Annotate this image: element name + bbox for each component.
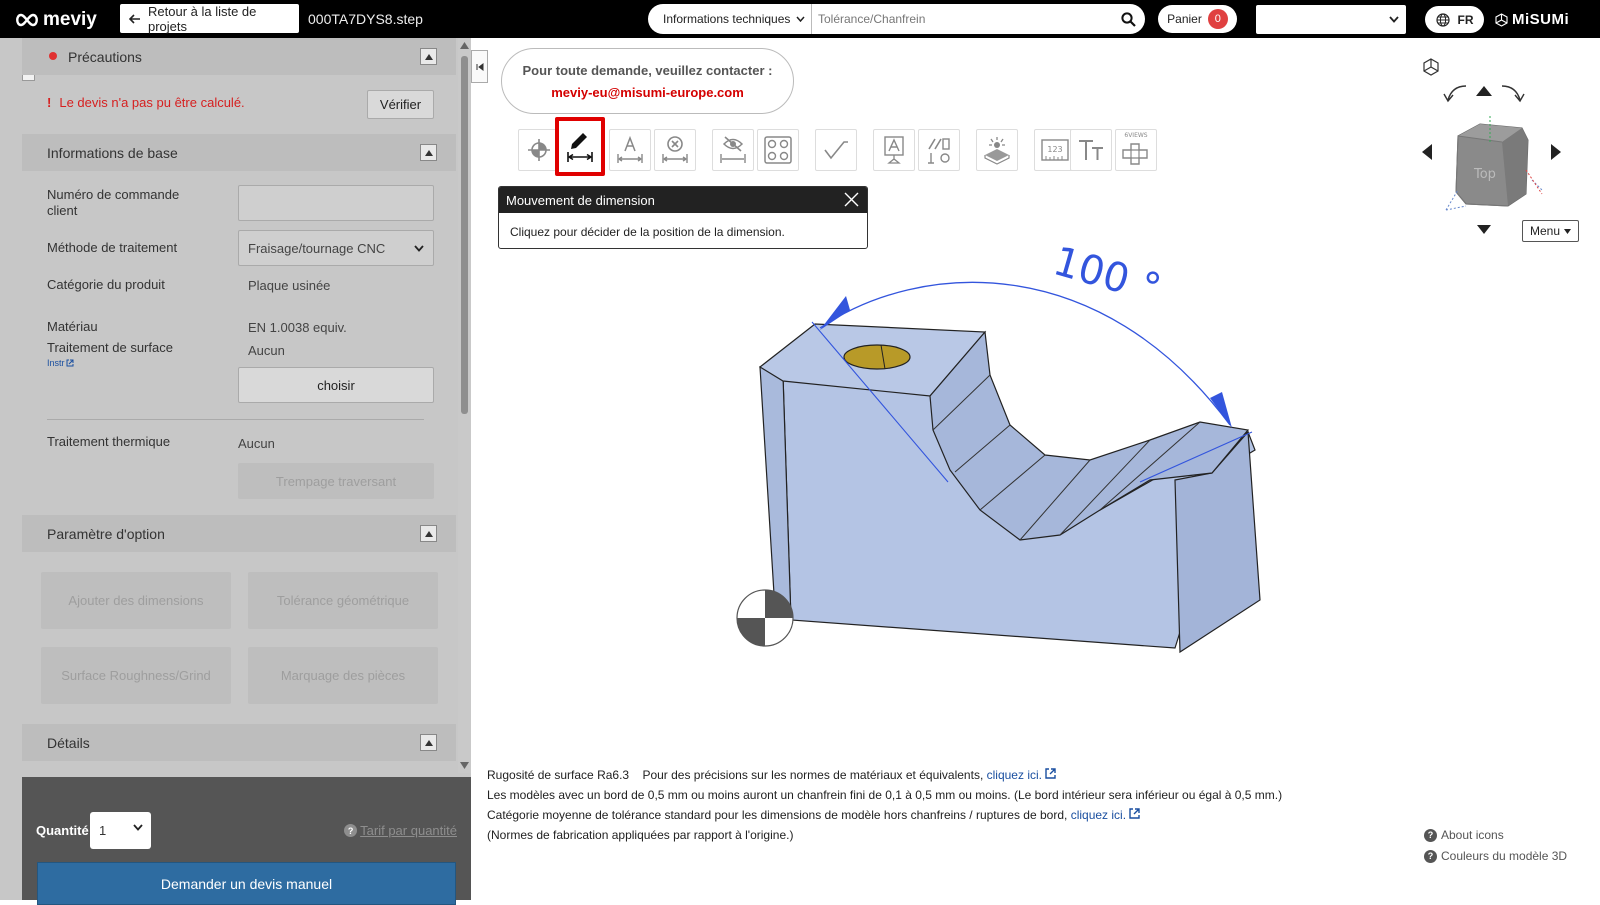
infinity-logo-icon (16, 13, 38, 27)
alert-dot-icon (49, 52, 57, 60)
method-label: Méthode de traitement (47, 240, 178, 255)
chevron-down-icon (1389, 16, 1399, 23)
collapse-up-icon[interactable] (420, 144, 437, 161)
surface-instructions-link[interactable]: Instr (47, 358, 74, 368)
collapse-up-icon[interactable] (420, 525, 437, 542)
note-tolerance-line: Catégorie moyenne de tolérance standard … (487, 805, 1307, 825)
material-label: Matériau (47, 319, 98, 334)
tolerance-link[interactable]: cliquez ici. (1071, 808, 1126, 822)
divider (47, 419, 424, 420)
part-marking-button[interactable]: Marquage des pièces (248, 647, 438, 704)
request-manual-quote-button[interactable]: Demander un devis manuel (37, 862, 456, 905)
up-arrow-icon[interactable] (1476, 86, 1492, 96)
add-dimensions-button[interactable]: Ajouter des dimensions (41, 572, 231, 629)
meviy-logo[interactable]: meviy (14, 9, 97, 31)
search-icon (1120, 11, 1136, 27)
arrow-left-icon (129, 13, 140, 24)
order-number-label: Numéro de commande client (47, 187, 180, 218)
menu-dropdown-button[interactable]: Menu (1522, 220, 1579, 242)
chevron-down-icon (796, 16, 805, 22)
material-standards-link[interactable]: cliquez ici. (987, 768, 1042, 782)
cart-count-badge: 0 (1207, 9, 1228, 29)
misumi-cube-icon (1495, 12, 1508, 27)
options-header[interactable]: Paramètre d'option (22, 515, 456, 552)
surface-roughness-button[interactable]: Surface Roughness/Grind (41, 647, 231, 704)
dimension-arrow-right (1210, 392, 1232, 428)
collapse-up-icon[interactable] (420, 734, 437, 751)
surface-label: Traitement de surface (47, 340, 173, 355)
method-select[interactable]: Fraisage/tournage CNC (238, 230, 434, 266)
verify-button[interactable]: Vérifier (367, 90, 434, 119)
external-link-icon (1045, 768, 1057, 779)
heat-treatment-label: Traitement thermique (47, 434, 171, 449)
help-icon: ? (1424, 849, 1437, 863)
down-arrow-icon[interactable] (1477, 225, 1491, 234)
back-to-projects-button[interactable]: Retour à la liste de projets (120, 4, 299, 34)
details-header[interactable]: Détails (22, 724, 456, 761)
precautions-header[interactable]: Précautions (22, 38, 456, 75)
account-select[interactable] (1256, 5, 1406, 34)
sidebar-scrollbar[interactable] (458, 38, 471, 773)
globe-icon (1435, 12, 1450, 27)
quantity-select[interactable]: 1 (90, 812, 151, 849)
quantity-label: Quantité (36, 823, 89, 838)
logo-text: meviy (43, 9, 97, 30)
left-arrow-icon[interactable] (1422, 144, 1432, 160)
cart-button[interactable]: Panier 0 (1158, 5, 1237, 33)
view-cube-icon[interactable]: Top (1436, 110, 1546, 220)
help-icon: ? (1424, 828, 1437, 842)
note-origin: (Normes de fabrication appliquées par ra… (487, 828, 794, 842)
basic-info-header[interactable]: Informations de base (22, 134, 456, 171)
model-colors-link[interactable]: ? Couleurs du modèle 3D (1424, 849, 1567, 863)
sidebar: Précautions ! Le devis n'a pas pu être ca… (0, 38, 471, 905)
collapse-up-icon[interactable] (420, 48, 437, 65)
dimension-label[interactable]: 100 ° (1048, 238, 1166, 312)
scroll-up-arrow-icon (460, 42, 469, 49)
model-viewer: Pour toute demande, veuillez contacter :… (471, 38, 1600, 900)
chevron-down-icon (414, 245, 424, 252)
geometric-tolerance-button[interactable]: Tolérance géométrique (248, 572, 438, 629)
heat-treatment-value: Aucun (238, 436, 275, 451)
help-icon: ? (344, 824, 358, 837)
sidebar-panel: Précautions ! Le devis n'a pas pu être ca… (22, 38, 456, 773)
misumi-logo[interactable]: MiSUMi (1495, 11, 1569, 28)
search-bar: Informations techniques (648, 4, 1145, 34)
category-value: Plaque usinée (248, 278, 331, 293)
quote-warning: ! Le devis n'a pas pu être calculé. (47, 95, 245, 110)
right-arrow-icon[interactable] (1551, 144, 1561, 160)
external-link-icon (66, 359, 74, 367)
quantity-price-link[interactable]: ? Tarif par quantité (344, 823, 457, 838)
about-icons-link[interactable]: ? About icons (1424, 828, 1504, 842)
rotate-right-icon[interactable] (1500, 82, 1526, 104)
file-name: 000TA7DYS8.step (308, 11, 423, 27)
model-hole[interactable] (843, 344, 911, 370)
chevron-down-icon (133, 824, 143, 831)
note-roughness-line: Rugosité de surface Ra6.3 Pour des préci… (487, 765, 1307, 785)
order-number-field[interactable] (238, 185, 434, 221)
home-view-icon[interactable] (1422, 58, 1440, 76)
origin-marker-icon[interactable] (736, 589, 794, 647)
choose-surface-button[interactable]: choisir (238, 367, 434, 403)
surface-value: Aucun (248, 343, 285, 358)
scroll-thumb[interactable] (461, 56, 468, 414)
search-button[interactable] (1111, 4, 1145, 34)
model-notes: Rugosité de surface Ra6.3 Pour des préci… (487, 765, 1307, 845)
search-category-select[interactable]: Informations techniques (648, 4, 812, 34)
category-label: Catégorie du produit (47, 277, 165, 292)
caret-down-icon (1564, 228, 1572, 234)
top-bar: meviy Retour à la liste de projets 000TA… (0, 0, 1600, 38)
cube-face-label: Top (1473, 167, 1496, 182)
through-hardening-button[interactable]: Trempage traversant (238, 463, 434, 499)
language-button[interactable]: FR (1425, 6, 1484, 33)
scroll-down-arrow-icon (460, 762, 469, 769)
note-chamfer: Les modèles avec un bord de 0,5 mm ou mo… (487, 788, 1283, 802)
material-value: EN 1.0038 equiv. (248, 320, 347, 335)
quote-bar: Quantité 1 ? Tarif par quantité Demander… (22, 777, 471, 905)
rotate-left-icon[interactable] (1442, 82, 1468, 104)
search-input[interactable] (812, 4, 1111, 34)
external-link-icon (1129, 808, 1141, 819)
